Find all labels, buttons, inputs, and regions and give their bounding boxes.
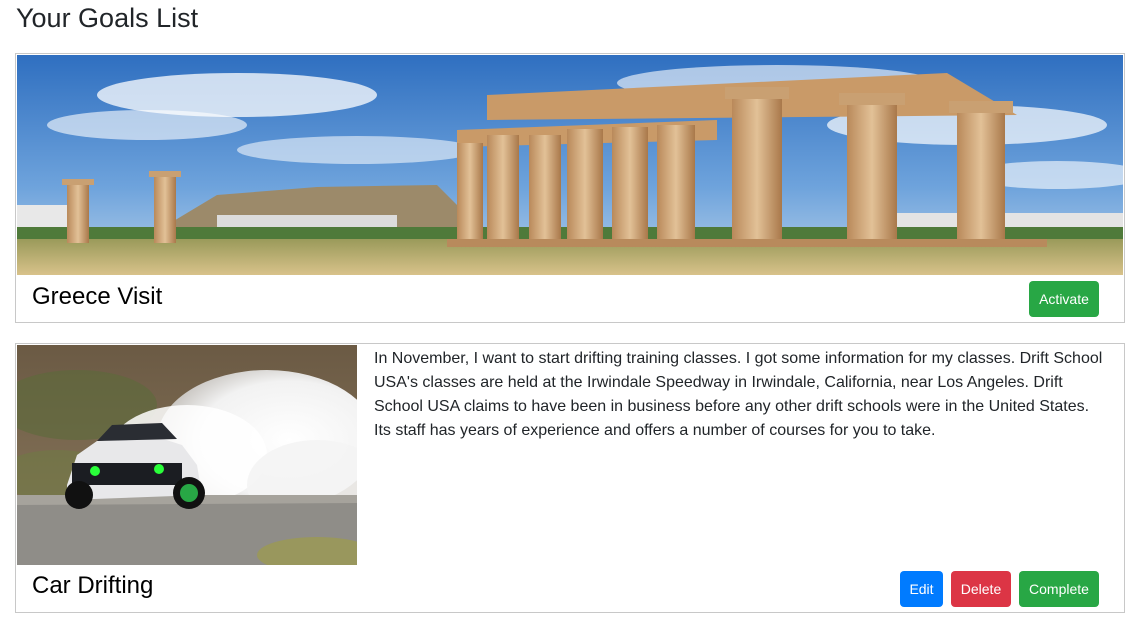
edit-button[interactable]: Edit: [900, 571, 943, 607]
goal-description: In November, I want to start drifting tr…: [374, 350, 1103, 439]
delete-button[interactable]: Delete: [951, 571, 1011, 607]
goal-card-greece-visit: Greece Visit Activate: [15, 53, 1125, 323]
activate-button[interactable]: Activate: [1029, 281, 1099, 317]
page-title: Your Goals List: [16, 3, 199, 33]
goal-title: Greece Visit: [32, 283, 163, 310]
goal-card-car-drifting: In November, I want to start drifting tr…: [15, 343, 1125, 613]
goal-image-car: [17, 345, 357, 565]
complete-button[interactable]: Complete: [1019, 571, 1099, 607]
goal-image-greece: [17, 55, 1123, 275]
goal-title: Car Drifting: [32, 572, 154, 599]
